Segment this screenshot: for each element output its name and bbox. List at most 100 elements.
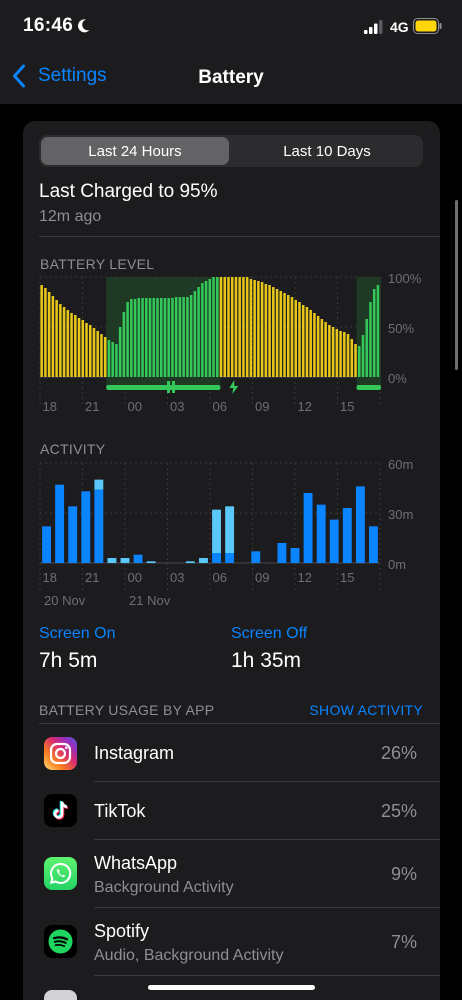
battery-bar <box>335 329 339 377</box>
divider <box>39 236 440 237</box>
activity-bar-screen-on <box>342 508 352 563</box>
battery-card: Last 24 Hours Last 10 Days Last Charged … <box>23 121 440 1000</box>
activity-x-tick: 00 <box>128 570 142 585</box>
battery-bar <box>354 344 357 377</box>
activity-bar-screen-off <box>107 558 117 563</box>
app-row-spotify[interactable]: Spotify Audio, Background Activity 7% <box>23 908 440 976</box>
battery-bar <box>182 297 185 377</box>
activity-y-tick: 60m <box>388 457 413 472</box>
tab-last-24-hours[interactable]: Last 24 Hours <box>41 137 229 165</box>
screen-on-value: 7h 5m <box>39 649 98 672</box>
battery-bar <box>283 293 286 377</box>
app-row-whatsapp[interactable]: WhatsApp Background Activity 9% <box>23 840 440 908</box>
battery-x-tick: 18 <box>43 399 57 414</box>
battery-x-tick: 12 <box>298 399 312 414</box>
battery-bar <box>223 277 227 377</box>
activity-bar-screen-on <box>133 554 143 563</box>
battery-bar <box>361 335 365 377</box>
battery-bar <box>174 297 178 377</box>
battery-bar <box>156 298 159 377</box>
battery-status-icon <box>413 18 442 34</box>
battery-bar <box>126 302 129 377</box>
activity-bar-screen-on <box>81 491 91 563</box>
activity-bar-screen-on <box>369 526 378 563</box>
battery-bar <box>178 297 182 377</box>
activity-x-tick: 06 <box>213 570 227 585</box>
battery-bar <box>219 277 223 377</box>
charging-indicator <box>356 385 381 390</box>
battery-bar <box>96 331 99 377</box>
battery-bar <box>186 297 189 377</box>
battery-bar <box>159 298 163 377</box>
battery-bar <box>309 310 312 377</box>
battery-bar <box>62 307 66 377</box>
battery-bar <box>343 332 346 377</box>
battery-x-tick: 06 <box>213 399 227 414</box>
activity-bar-screen-on <box>290 548 300 563</box>
battery-bar <box>298 302 301 377</box>
battery-bar <box>130 299 133 377</box>
battery-bar <box>238 277 241 377</box>
network-type: 4G <box>390 19 409 35</box>
battery-x-tick: 09 <box>255 399 269 414</box>
battery-bar <box>245 277 249 377</box>
battery-bar <box>59 304 62 377</box>
battery-bar <box>77 318 81 377</box>
app-percent: 7% <box>390 932 417 952</box>
activity-bar-screen-on <box>303 493 313 563</box>
date-label: 20 Nov <box>44 593 86 608</box>
battery-bar <box>242 277 245 377</box>
battery-bar <box>294 300 298 377</box>
battery-bar <box>163 298 167 377</box>
activity-y-tick: 30m <box>388 507 413 522</box>
pause-icon <box>167 381 171 393</box>
app-name: Instagram <box>94 743 175 763</box>
battery-bar <box>316 316 320 377</box>
activity-x-tick: 12 <box>298 570 312 585</box>
last-charged-subtitle: 12m ago <box>39 208 102 225</box>
activity-bar-screen-off <box>199 558 208 563</box>
battery-bar <box>118 327 122 377</box>
battery-bar <box>167 298 170 377</box>
app-row-tiktok[interactable]: TikTok 25% <box>23 782 440 840</box>
show-activity-button[interactable]: SHOW ACTIVITY <box>309 702 423 718</box>
battery-bar <box>208 279 212 377</box>
battery-bar <box>260 282 264 377</box>
activity-bar-screen-on <box>277 543 287 563</box>
status-time: 16:46 <box>23 15 74 36</box>
activity-bar-screen-on <box>316 504 326 563</box>
screen-on-label: Screen On <box>39 625 116 642</box>
battery-bar <box>365 319 368 377</box>
battery-bar <box>216 277 219 377</box>
battery-bar <box>234 277 238 377</box>
battery-bar <box>100 334 103 377</box>
activity-x-tick: 18 <box>43 570 57 585</box>
activity-bar-screen-off <box>146 561 156 563</box>
battery-bar <box>201 283 204 377</box>
battery-bar <box>92 328 96 377</box>
app-subtitle: Audio, Background Activity <box>94 947 284 964</box>
home-indicator[interactable] <box>148 985 315 990</box>
activity-x-tick: 09 <box>255 570 269 585</box>
battery-bar <box>230 277 234 377</box>
whatsapp-icon <box>44 857 77 890</box>
battery-bar <box>137 298 141 377</box>
scrollbar[interactable] <box>455 200 458 370</box>
battery-bar <box>204 281 208 377</box>
activity-bar-screen-on <box>42 526 51 563</box>
period-segmented-control: Last 24 Hours Last 10 Days <box>39 135 423 167</box>
cellular-signal-icon <box>364 20 383 34</box>
app-percent: 9% <box>390 864 417 884</box>
battery-bar <box>328 325 331 377</box>
battery-level-chart: 100% 50% 0% 18 21 00 03 06 09 12 15 <box>39 271 422 414</box>
usage-header: BATTERY USAGE BY APP <box>39 702 215 718</box>
tab-last-10-days[interactable]: Last 10 Days <box>233 137 421 165</box>
pause-icon <box>172 381 176 393</box>
battery-x-tick: 21 <box>85 399 99 414</box>
app-row-instagram[interactable]: Instagram 26% <box>23 724 440 782</box>
battery-bar <box>313 313 316 377</box>
battery-bar <box>133 299 137 377</box>
activity-bar-screen-on <box>329 519 339 563</box>
activity-bar-screen-on <box>68 506 78 563</box>
battery-bar <box>85 323 88 377</box>
